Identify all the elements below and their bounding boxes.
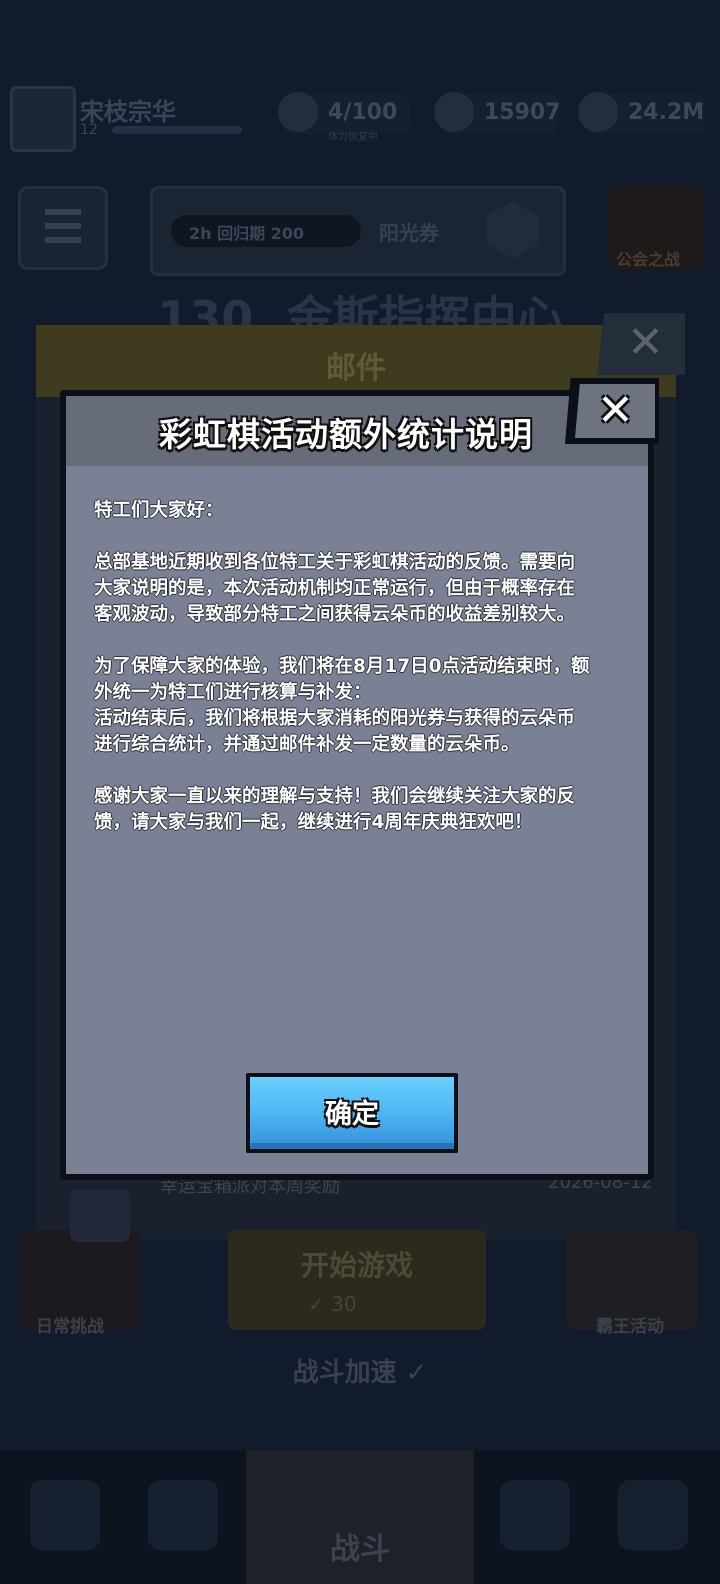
rank-badge-icon [487, 201, 539, 259]
daily-challenge-button[interactable]: 日常挑战 [20, 1230, 140, 1337]
top-hud: 宋枝宗华 12 4/100 体力恢复中 15907 24.2M [0, 80, 720, 152]
start-game-label: 开始游戏 [300, 1249, 413, 1282]
announcement-dialog: 彩虹棋活动额外统计说明 特工们大家好： 总部基地近期收到各位特工关于彩虹棋活动的… [60, 390, 654, 1180]
confirm-button[interactable]: 确定 [246, 1073, 458, 1153]
player-xp-bar [112, 126, 242, 134]
paragraph-line: 总部基地近期收到各位特工关于彩虹棋活动的反馈。需要向 [94, 552, 576, 573]
overlord-event-button[interactable]: 霸王活动 [566, 1230, 698, 1337]
menu-button[interactable] [18, 186, 108, 270]
start-game-button[interactable]: 开始游戏 ✓ 30 [228, 1230, 486, 1330]
guild-battle-label: 公会之战 [616, 250, 681, 269]
dialog-close-face: ✕ [575, 384, 655, 438]
banner-pill-text: 2h 回归期 200 [189, 224, 305, 243]
guild-battle-button[interactable]: 公会之战 [608, 186, 704, 270]
coin-icon [578, 92, 618, 132]
confirm-label: 确定 [325, 1099, 379, 1130]
gem-counter[interactable]: 15907 [434, 92, 561, 134]
paragraph-line: 外统一为特工们进行核算与补发： [94, 682, 372, 703]
paragraph-1: 总部基地近期收到各位特工关于彩虹棋活动的反馈。需要向 大家说明的是，本次活动机制… [94, 550, 624, 628]
paragraph-line: 客观波动，导致部分特工之间获得云朵币的收益差别较大。 [94, 604, 576, 625]
start-game-cost: ✓ 30 [308, 1292, 357, 1316]
paragraph-line: 大家说明的是，本次活动机制均正常运行，但由于概率存在 [94, 578, 576, 599]
event-banner[interactable]: 2h 回归期 200 阳光券 [150, 186, 566, 276]
coin-value: 24.2M [628, 100, 705, 125]
gem-value: 15907 [484, 100, 561, 125]
coin-counter[interactable]: 24.2M [578, 92, 705, 134]
announcement-text: 特工们大家好： 总部基地近期收到各位特工关于彩虹棋活动的反馈。需要向 大家说明的… [94, 498, 624, 862]
close-icon: ✕ [597, 385, 634, 436]
greeting: 特工们大家好： [94, 500, 224, 521]
gem-icon [434, 92, 474, 132]
stamina-icon [278, 92, 318, 132]
nav-item-heroes[interactable] [148, 1480, 218, 1550]
stamina-sub: 体力恢复中 [328, 132, 378, 143]
banner-label: 阳光券 [379, 221, 439, 245]
nav-item-talent[interactable] [500, 1480, 570, 1550]
nav-item-shop[interactable] [30, 1480, 100, 1550]
player-level: 12 [80, 122, 98, 138]
paragraph-line: 进行综合统计，并通过邮件补发一定数量的云朵币。 [94, 734, 520, 755]
stamina-value: 4/100 [328, 100, 398, 125]
paragraph-2: 为了保障大家的体验，我们将在8月17日0点活动结束时，额 外统一为特工们进行核算… [94, 654, 624, 758]
paragraph-line: 活动结束后，我们将根据大家消耗的阳光券与获得的云朵币 [94, 708, 576, 729]
paragraph-line: 馈，请大家与我们一起，继续进行4周年庆典狂欢吧！ [94, 812, 533, 833]
gift-icon[interactable] [70, 1190, 130, 1242]
stamina-counter[interactable]: 4/100 体力恢复中 [278, 92, 410, 143]
paragraph-line: 感谢大家一直以来的理解与支持！我们会继续关注大家的反 [94, 786, 576, 807]
daily-challenge-label: 日常挑战 [36, 1317, 104, 1337]
dialog-close-button[interactable]: ✕ [565, 378, 659, 444]
battle-speed-toggle[interactable]: 战斗加速 ✓ [0, 1352, 720, 1389]
dialog-title: 彩虹棋活动额外统计说明 [159, 415, 533, 454]
bottom-nav: 战斗 [0, 1450, 720, 1584]
dialog-header: 彩虹棋活动额外统计说明 [66, 396, 648, 466]
dialog-body: 特工们大家好： 总部基地近期收到各位特工关于彩虹棋活动的反馈。需要向 大家说明的… [66, 466, 648, 1174]
player-avatar[interactable] [10, 86, 76, 152]
nav-item-battle[interactable]: 战斗 [246, 1450, 474, 1584]
paragraph-line: 为了保障大家的体验，我们将在8月17日0点活动结束时，额 [94, 656, 590, 677]
banner-pill: 2h 回归期 200 [171, 215, 361, 247]
paragraph-3: 感谢大家一直以来的理解与支持！我们会继续关注大家的反 馈，请大家与我们一起，继续… [94, 784, 624, 836]
nav-battle-label: 战斗 [330, 1532, 390, 1567]
mail-close-button[interactable]: ✕ [597, 313, 685, 375]
close-icon: ✕ [627, 317, 664, 368]
confirm-button-face: 确定 [250, 1077, 454, 1149]
overlord-event-label: 霸王活动 [596, 1317, 664, 1337]
nav-item-events[interactable] [618, 1480, 688, 1550]
